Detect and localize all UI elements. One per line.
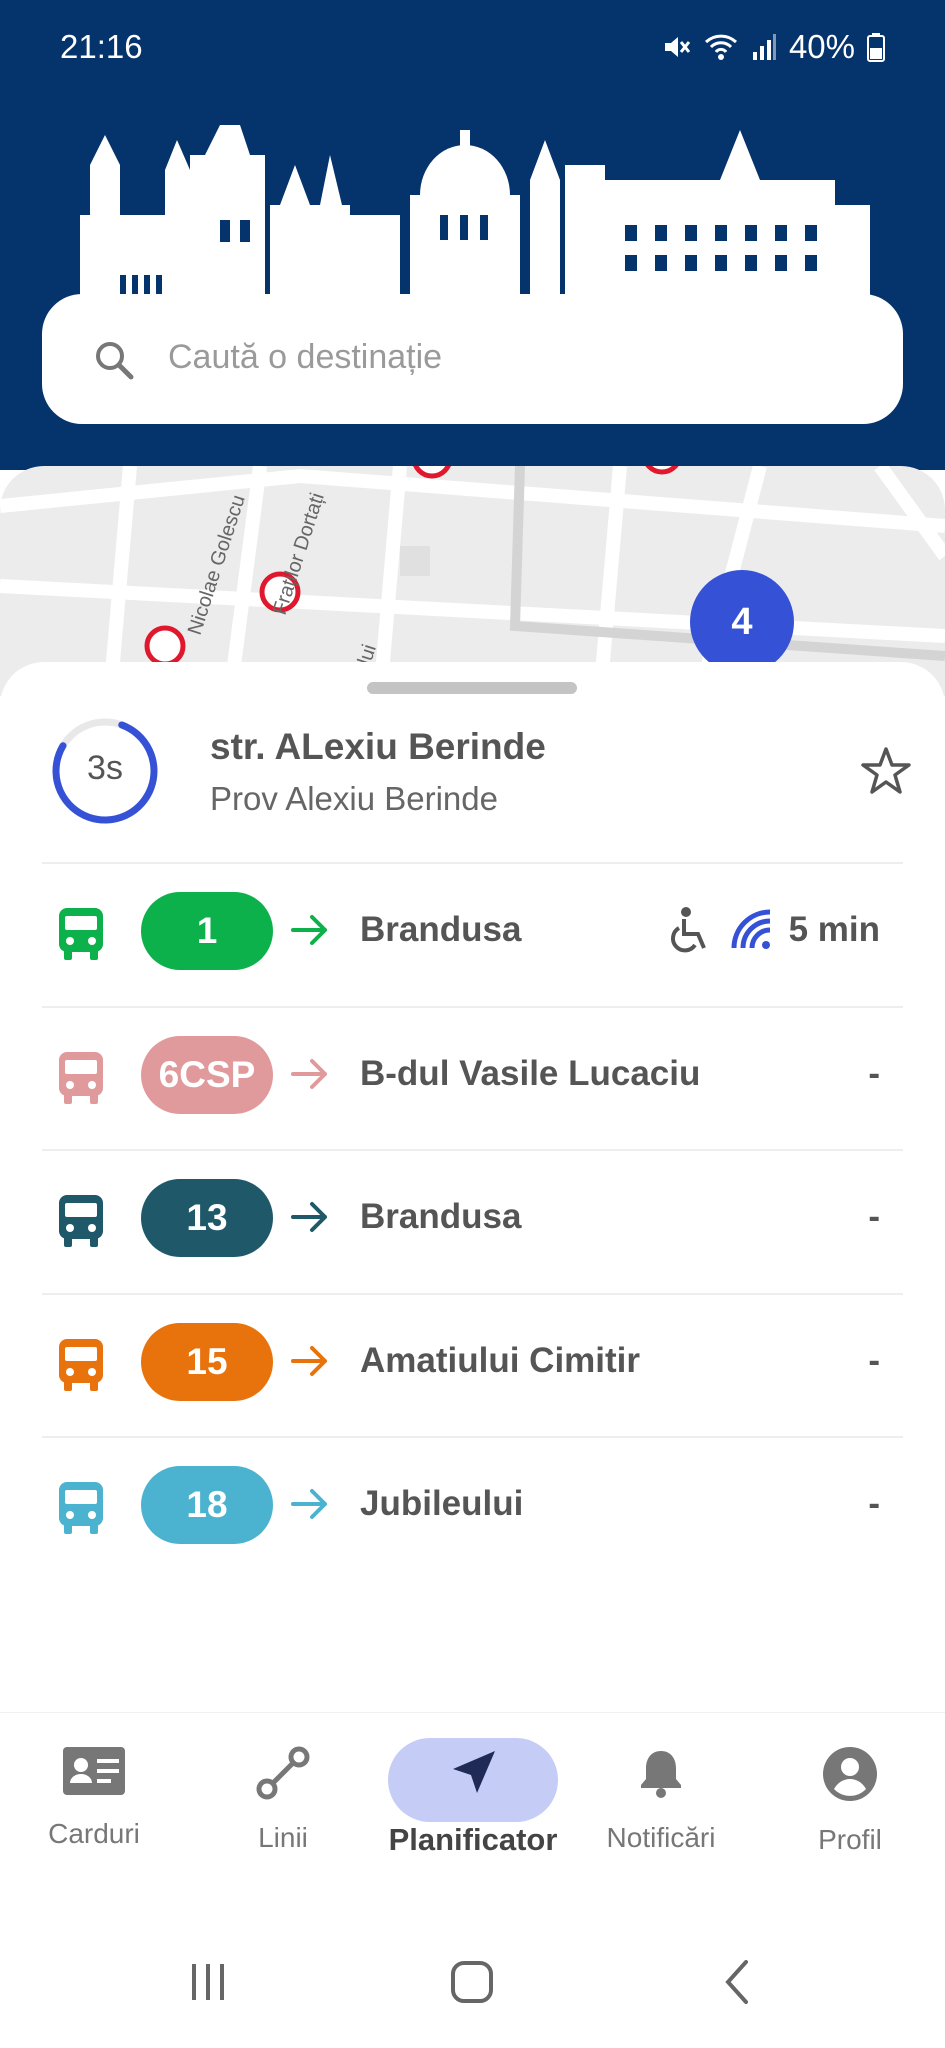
bus-icon — [56, 1050, 106, 1111]
bus-icon — [56, 1193, 106, 1254]
nav-label: Planificator — [388, 1822, 558, 1857]
battery-icon — [867, 32, 885, 62]
battery-level: 40% — [788, 28, 855, 65]
eta-label: - — [868, 1341, 880, 1380]
line-number-badge: 6CSP — [141, 1036, 273, 1114]
signal-icon — [751, 32, 777, 62]
departure-row[interactable]: 15 Amatiului Cimitir - — [0, 1293, 945, 1433]
refresh-timer-label: 3s — [87, 749, 123, 787]
eta-label: - — [868, 1197, 880, 1236]
system-navigation-bar — [0, 1940, 945, 2048]
destination-label: Brandusa — [360, 910, 522, 949]
destination-label: Brandusa — [360, 1197, 522, 1236]
nav-label: Carduri — [48, 1818, 140, 1849]
bus-icon — [56, 1480, 106, 1541]
departure-row[interactable]: 6CSP B-dul Vasile Lucaciu - — [0, 1006, 945, 1146]
destination-label: Amatiului Cimitir — [360, 1341, 641, 1380]
line-number-badge: 18 — [141, 1466, 273, 1544]
route-icon — [255, 1746, 311, 1805]
search-icon — [92, 338, 136, 387]
status-bar: 21:16 40% — [0, 0, 945, 90]
nav-item-profil[interactable]: Profil — [760, 1745, 940, 1856]
profile-icon — [821, 1747, 879, 1807]
card-icon — [61, 1747, 127, 1801]
nav-item-carduri[interactable]: Carduri — [4, 1745, 184, 1850]
stop-subtitle: Prov Alexiu Berinde — [210, 780, 498, 817]
map-stop-cluster[interactable]: 4 — [690, 570, 794, 674]
nav-label: Linii — [258, 1822, 308, 1853]
destination-label: Jubileului — [360, 1484, 524, 1523]
arrow-right-icon — [290, 1343, 330, 1384]
live-tracking-icon — [730, 908, 774, 957]
nav-label: Notificări — [606, 1822, 716, 1853]
recent-apps-icon[interactable] — [186, 1960, 230, 2004]
city-skyline-illustration — [80, 125, 870, 315]
status-time: 21:16 — [60, 28, 143, 65]
eta-label: 5 min — [788, 910, 880, 949]
star-outline-icon[interactable] — [858, 744, 914, 805]
departure-row[interactable]: 18 Jubileului - — [0, 1436, 945, 1576]
stop-name: str. ALexiu Berinde — [210, 726, 546, 767]
departure-row[interactable]: 13 Brandusa - — [0, 1149, 945, 1289]
search-input[interactable]: Caută o destinație — [168, 338, 442, 377]
line-number-badge: 1 — [141, 892, 273, 970]
nav-label: Profil — [818, 1824, 882, 1855]
nav-item-notificari[interactable]: Notificări — [571, 1745, 751, 1854]
line-number-badge: 15 — [141, 1323, 273, 1401]
nav-item-planificator[interactable]: Planificator — [383, 1745, 563, 1858]
bus-icon — [56, 906, 106, 967]
eta-label: - — [868, 1054, 880, 1093]
back-icon[interactable] — [718, 1958, 758, 2006]
departure-row[interactable]: 1 Brandusa 5 min — [0, 862, 945, 1002]
line-number-badge: 13 — [141, 1179, 273, 1257]
arrow-right-icon — [290, 912, 330, 953]
navigation-arrow-icon — [445, 1751, 501, 1805]
home-icon[interactable] — [448, 1958, 496, 2006]
wheelchair-accessible-icon — [666, 906, 710, 959]
eta-label: - — [868, 1484, 880, 1523]
arrow-right-icon — [290, 1486, 330, 1527]
mute-icon — [661, 32, 691, 62]
nav-item-linii[interactable]: Linii — [193, 1745, 373, 1854]
sheet-drag-handle[interactable] — [367, 682, 577, 694]
arrow-right-icon — [290, 1056, 330, 1097]
arrow-right-icon — [290, 1199, 330, 1240]
bus-icon — [56, 1337, 106, 1398]
bell-icon — [633, 1751, 689, 1805]
wifi-icon — [703, 32, 739, 62]
destination-label: B-dul Vasile Lucaciu — [360, 1054, 701, 1093]
